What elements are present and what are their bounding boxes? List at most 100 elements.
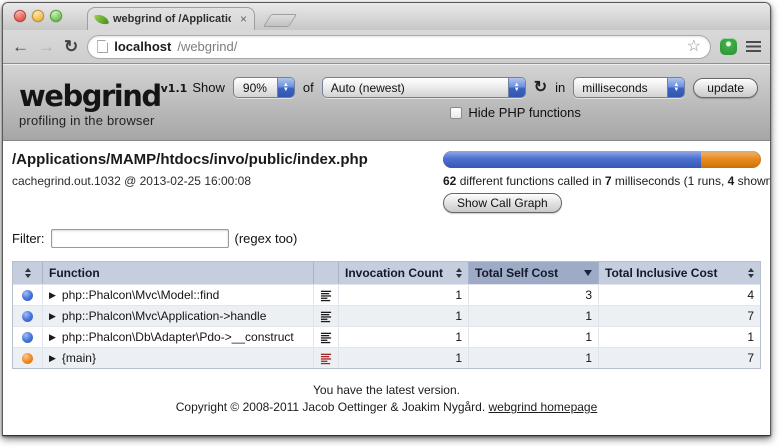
show-label: Show bbox=[192, 80, 225, 95]
function-type-dot bbox=[22, 332, 33, 343]
function-column-header[interactable]: Function bbox=[43, 262, 314, 284]
function-table: Function Invocation Count Total Self Cos… bbox=[12, 261, 761, 369]
reload-icon[interactable]: ↻ bbox=[64, 38, 78, 55]
invocation-count-column-header[interactable]: Invocation Count bbox=[339, 262, 469, 284]
traffic-light-close-button[interactable] bbox=[14, 10, 26, 22]
hide-php-checkbox[interactable] bbox=[450, 107, 462, 119]
refresh-files-icon[interactable]: ↻ bbox=[534, 80, 547, 96]
screenshot: webgrind of /Applications × ← → ↻ localh… bbox=[0, 0, 781, 447]
trace-block: /Applications/MAMP/htdocs/invo/public/in… bbox=[12, 151, 368, 213]
controls: Show 90% ▲▼ of Auto (newest) ▲▼ ↻ in mil… bbox=[192, 74, 758, 140]
total-self-cost-cell: 1 bbox=[469, 348, 599, 368]
total-self-cost-cell: 1 bbox=[469, 327, 599, 347]
table-row[interactable]: ▶php::Phalcon\Mvc\Application->handle 1 … bbox=[13, 305, 760, 326]
unit-value: milliseconds bbox=[574, 81, 655, 95]
tab-title: webgrind of /Applications bbox=[113, 13, 231, 25]
copyright-line: Copyright © 2008-2011 Jacob Oettinger & … bbox=[12, 399, 761, 416]
total-inclusive-cost-cell: 1 bbox=[599, 327, 760, 347]
filter-label: Filter: bbox=[12, 231, 45, 246]
total-inclusive-cost-column-header[interactable]: Total Inclusive Cost bbox=[599, 262, 760, 284]
table-header-row: Function Invocation Count Total Self Cos… bbox=[13, 262, 760, 284]
bookmark-star-icon[interactable]: ☆ bbox=[687, 39, 701, 55]
back-icon[interactable]: ← bbox=[12, 38, 29, 55]
table-row[interactable]: ▶ php::Phalcon\Db\Adapter\Pdo->__construc… bbox=[13, 326, 760, 347]
expand-triangle-icon[interactable]: ▶ bbox=[49, 311, 56, 322]
brand: webgrindv1.1 profiling in the browser bbox=[19, 74, 192, 140]
show-call-graph-button[interactable]: Show Call Graph bbox=[443, 193, 562, 213]
url-host: localhost bbox=[114, 39, 171, 54]
traffic-light-zoom-button[interactable] bbox=[50, 10, 62, 22]
function-name[interactable]: php::Phalcon\Db\Adapter\Pdo->__construct bbox=[62, 330, 294, 344]
color-column-header[interactable] bbox=[13, 262, 43, 284]
menu-hamburger-icon[interactable] bbox=[746, 41, 761, 52]
webgrind-homepage-link[interactable]: webgrind homepage bbox=[489, 400, 598, 414]
file-select[interactable]: Auto (newest) ▲▼ bbox=[322, 77, 526, 98]
total-time: 7 bbox=[605, 174, 612, 188]
url-bar[interactable]: localhost /webgrind/ ☆ bbox=[87, 35, 711, 59]
nav-toolbar: ← → ↻ localhost /webgrind/ ☆ bbox=[3, 30, 770, 64]
stepper-icon: ▲▼ bbox=[667, 77, 684, 98]
trace-file-info: cachegrind.out.1032 @ 2013-02-25 16:00:0… bbox=[12, 174, 368, 188]
profiled-script-path: /Applications/MAMP/htdocs/invo/public/in… bbox=[12, 151, 368, 168]
expand-triangle-icon[interactable]: ▶ bbox=[49, 353, 56, 364]
version-status: You have the latest version. bbox=[12, 382, 761, 399]
title-bar: webgrind of /Applications × bbox=[3, 3, 770, 30]
total-inclusive-cost-cell: 7 bbox=[599, 348, 760, 368]
source-lines-icon[interactable] bbox=[320, 310, 332, 323]
of-label: of bbox=[303, 80, 314, 95]
source-lines-icon[interactable] bbox=[320, 289, 332, 302]
browser-window: webgrind of /Applications × ← → ↻ localh… bbox=[2, 2, 771, 436]
in-label: in bbox=[555, 80, 565, 95]
source-lines-icon[interactable] bbox=[320, 331, 332, 344]
browser-tab[interactable]: webgrind of /Applications × bbox=[87, 7, 255, 30]
sort-desc-icon bbox=[584, 270, 592, 276]
tab-close-icon[interactable]: × bbox=[240, 14, 247, 24]
logo-text: webgrind bbox=[19, 79, 161, 113]
invocation-count-cell: 1 bbox=[339, 306, 469, 326]
function-type-dot bbox=[22, 353, 33, 364]
source-column-header bbox=[314, 262, 339, 284]
function-name[interactable]: {main} bbox=[62, 351, 96, 365]
percent-select[interactable]: 90% ▲▼ bbox=[233, 77, 295, 98]
webgrind-logo: webgrindv1.1 bbox=[19, 74, 192, 111]
url-path: /webgrind/ bbox=[177, 39, 237, 54]
function-type-dot bbox=[22, 311, 33, 322]
percent-value: 90% bbox=[235, 81, 275, 95]
page-icon bbox=[97, 40, 108, 53]
traffic-light-minimize-button[interactable] bbox=[32, 10, 44, 22]
site-footer: You have the latest version. Copyright ©… bbox=[12, 382, 761, 416]
sort-both-icon bbox=[456, 268, 462, 278]
cost-progress-bar bbox=[443, 151, 761, 168]
filter-input[interactable] bbox=[51, 229, 229, 248]
sort-both-icon bbox=[25, 268, 31, 278]
function-name[interactable]: php::Phalcon\Mvc\Model::find bbox=[62, 288, 219, 302]
function-name[interactable]: php::Phalcon\Mvc\Application->handle bbox=[62, 309, 266, 323]
new-tab-button[interactable] bbox=[263, 14, 297, 27]
favicon-leaf-icon bbox=[94, 12, 109, 25]
tagline: profiling in the browser bbox=[19, 113, 192, 128]
stepper-icon: ▲▼ bbox=[277, 77, 294, 98]
table-row[interactable]: ▶php::Phalcon\Mvc\Model::find 1 3 4 bbox=[13, 284, 760, 305]
progress-blue-segment bbox=[443, 151, 701, 168]
function-type-dot bbox=[22, 290, 33, 301]
table-body: ▶php::Phalcon\Mvc\Model::find 1 3 4 ▶php… bbox=[13, 284, 760, 368]
expand-triangle-icon[interactable]: ▶ bbox=[49, 290, 56, 301]
total-self-cost-column-header[interactable]: Total Self Cost bbox=[469, 262, 599, 284]
total-inclusive-cost-cell: 7 bbox=[599, 306, 760, 326]
sort-both-icon bbox=[748, 268, 754, 278]
source-lines-icon[interactable] bbox=[320, 352, 332, 365]
invocation-count-cell: 1 bbox=[339, 285, 469, 305]
content: /Applications/MAMP/htdocs/invo/public/in… bbox=[3, 141, 770, 435]
total-self-cost-cell: 1 bbox=[469, 306, 599, 326]
total-self-cost-cell: 3 bbox=[469, 285, 599, 305]
extension-icon[interactable] bbox=[720, 38, 737, 55]
expand-triangle-icon[interactable]: ▶ bbox=[49, 332, 56, 343]
summary-text: 62 different functions called in 7 milli… bbox=[443, 174, 761, 188]
invocation-count-cell: 1 bbox=[339, 348, 469, 368]
function-count: 62 bbox=[443, 174, 456, 188]
hide-php-label: Hide PHP functions bbox=[468, 105, 581, 120]
update-button[interactable]: update bbox=[693, 78, 758, 98]
table-row[interactable]: ▶ {main} 1 1 7 bbox=[13, 347, 760, 368]
summary-block: 62 different functions called in 7 milli… bbox=[443, 151, 761, 213]
unit-select[interactable]: milliseconds ▲▼ bbox=[573, 77, 685, 98]
